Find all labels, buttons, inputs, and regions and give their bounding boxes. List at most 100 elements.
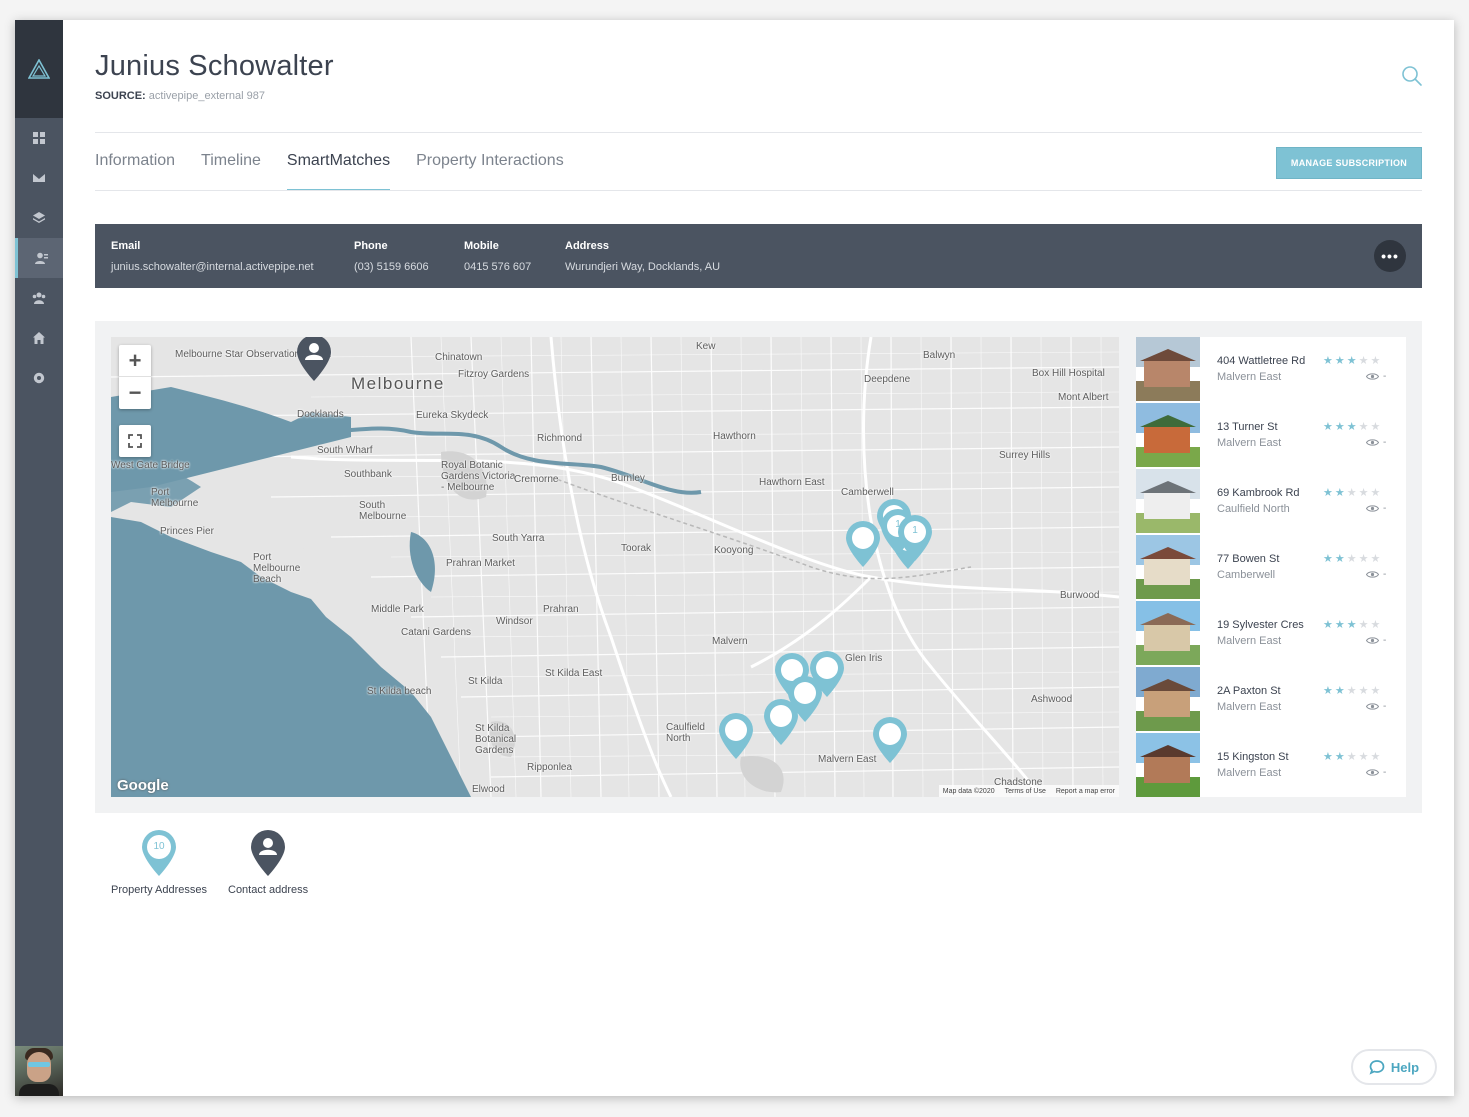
map[interactable]: Melbourne Star Observation Wheel Chinato…: [111, 337, 1119, 797]
map-label: St Kilda: [468, 676, 503, 687]
logo[interactable]: [15, 20, 63, 118]
views-count: -: [1383, 767, 1387, 778]
tab-information[interactable]: Information: [95, 133, 175, 191]
map-label: Prahran: [543, 604, 579, 615]
sidebar-item-dashboard[interactable]: [15, 118, 63, 158]
app-window: Junius Schowalter SOURCE: activepipe_ext…: [15, 20, 1454, 1096]
property-pin[interactable]: [762, 697, 800, 747]
property-suburb: Malvern East: [1217, 767, 1282, 779]
property-rating: ★★★★★: [1323, 486, 1382, 499]
property-address[interactable]: 19 Sylvester Cres: [1217, 619, 1304, 631]
star-icon: ★: [1334, 619, 1347, 631]
map-label: Port Melbourne Beach: [253, 552, 301, 585]
tab-bar: Information Timeline SmartMatches Proper…: [95, 133, 590, 191]
eye-icon: [1366, 637, 1379, 644]
mobile-label: Mobile: [464, 240, 499, 252]
property-address[interactable]: 2A Paxton St: [1217, 685, 1281, 697]
star-icon: ★: [1323, 619, 1335, 631]
smartmatches-panel: Melbourne Star Observation Wheel Chinato…: [95, 321, 1422, 813]
property-suburb: Malvern East: [1217, 701, 1282, 713]
star-icon: ★: [1358, 751, 1371, 763]
map-label: West Gate Bridge: [111, 460, 190, 471]
star-icon: ★: [1334, 553, 1347, 565]
sidebar: [15, 20, 63, 1096]
property-address[interactable]: 15 Kingston St: [1217, 751, 1289, 763]
eye-icon: [1366, 373, 1379, 380]
manage-subscription-button[interactable]: MANAGE SUBSCRIPTION: [1276, 147, 1422, 179]
map-label: Eureka Skydeck: [416, 410, 489, 421]
legend-property-addresses: 10 Property Addresses: [111, 828, 207, 896]
zoom-control: + −: [119, 345, 151, 409]
report-error-link[interactable]: Report a map error: [1056, 788, 1115, 795]
property-match-item[interactable]: 15 Kingston St Malvern East ★★★★★ -: [1136, 733, 1406, 799]
contact-address-pin[interactable]: [295, 337, 333, 383]
source-value: activepipe_external 987: [148, 90, 265, 102]
address-field: Address Wurundjeri Way, Docklands, AU: [565, 240, 720, 273]
email-value[interactable]: junius.schowalter@internal.activepipe.ne…: [111, 261, 314, 273]
sidebar-item-mail[interactable]: [15, 158, 63, 198]
email-field: Email junius.schowalter@internal.activep…: [111, 240, 314, 273]
property-photo[interactable]: [1136, 601, 1200, 665]
property-address[interactable]: 77 Bowen St: [1217, 553, 1279, 565]
property-rating: ★★★★★: [1323, 618, 1382, 631]
property-suburb: Malvern East: [1217, 635, 1282, 647]
property-match-item[interactable]: 404 Wattletree Rd Malvern East ★★★★★ -: [1136, 337, 1406, 403]
map-label: Caulfield North: [666, 722, 705, 744]
mobile-value[interactable]: 0415 576 607: [464, 261, 531, 273]
map-label: Kew: [696, 341, 716, 352]
fullscreen-button[interactable]: [119, 425, 151, 457]
map-label: South Melbourne: [359, 500, 407, 522]
envelope-icon: [33, 174, 45, 182]
zoom-in-button[interactable]: +: [119, 345, 151, 377]
sidebar-item-settings[interactable]: [15, 358, 63, 398]
star-icon: ★: [1346, 553, 1359, 565]
sidebar-item-properties[interactable]: [15, 318, 63, 358]
terms-link[interactable]: Terms of Use: [1005, 788, 1046, 795]
star-icon: ★: [1346, 751, 1359, 763]
map-label: Southbank: [344, 469, 392, 480]
map-label: Royal Botanic Gardens Victoria - Melbour…: [441, 460, 516, 493]
home-icon: [33, 332, 45, 344]
activepipe-logo-icon: [28, 59, 50, 79]
property-cluster-pin[interactable]: 1: [896, 513, 934, 563]
property-address[interactable]: 69 Kambrook Rd: [1217, 487, 1300, 499]
property-match-item[interactable]: 69 Kambrook Rd Caulfield North ★★★★★ -: [1136, 469, 1406, 535]
sidebar-item-contacts[interactable]: [15, 238, 63, 278]
more-options-button[interactable]: •••: [1374, 240, 1406, 272]
zoom-out-button[interactable]: −: [119, 377, 151, 409]
property-photo[interactable]: [1136, 733, 1200, 797]
map-label: St Kilda Botanical Gardens: [475, 723, 517, 756]
property-address[interactable]: 13 Turner St: [1217, 421, 1278, 433]
property-address[interactable]: 404 Wattletree Rd: [1217, 355, 1305, 367]
property-pin[interactable]: [844, 519, 882, 569]
tab-property-interactions[interactable]: Property Interactions: [416, 133, 564, 191]
property-pin[interactable]: [871, 715, 909, 765]
property-match-item[interactable]: 13 Turner St Malvern East ★★★★★ -: [1136, 403, 1406, 469]
sidebar-item-layers[interactable]: [15, 198, 63, 238]
map-label: Princes Pier: [160, 526, 214, 537]
property-photo[interactable]: [1136, 469, 1200, 533]
help-button[interactable]: Help: [1351, 1049, 1437, 1085]
map-label: Melbourne: [351, 374, 445, 393]
google-logo: Google: [117, 777, 169, 794]
property-photo[interactable]: [1136, 403, 1200, 467]
property-views: -: [1366, 503, 1386, 514]
property-match-item[interactable]: 77 Bowen St Camberwell ★★★★★ -: [1136, 535, 1406, 601]
star-icon: ★: [1334, 487, 1347, 499]
sidebar-item-groups[interactable]: [15, 278, 63, 318]
user-avatar[interactable]: [15, 1046, 63, 1096]
phone-value[interactable]: (03) 5159 6606: [354, 261, 429, 273]
property-photo[interactable]: [1136, 337, 1200, 401]
property-match-item[interactable]: 2A Paxton St Malvern East ★★★★★ -: [1136, 667, 1406, 733]
star-icon: ★: [1358, 355, 1371, 367]
property-photo[interactable]: [1136, 667, 1200, 731]
star-icon: ★: [1370, 553, 1383, 565]
tab-timeline[interactable]: Timeline: [201, 133, 261, 191]
property-pin[interactable]: [717, 711, 755, 761]
property-addresses-pin: 10: [139, 828, 179, 878]
tab-smartmatches[interactable]: SmartMatches: [286, 133, 391, 191]
property-match-item[interactable]: 19 Sylvester Cres Malvern East ★★★★★ -: [1136, 601, 1406, 667]
star-icon: ★: [1323, 751, 1335, 763]
property-photo[interactable]: [1136, 535, 1200, 599]
search-button[interactable]: [1400, 64, 1424, 88]
